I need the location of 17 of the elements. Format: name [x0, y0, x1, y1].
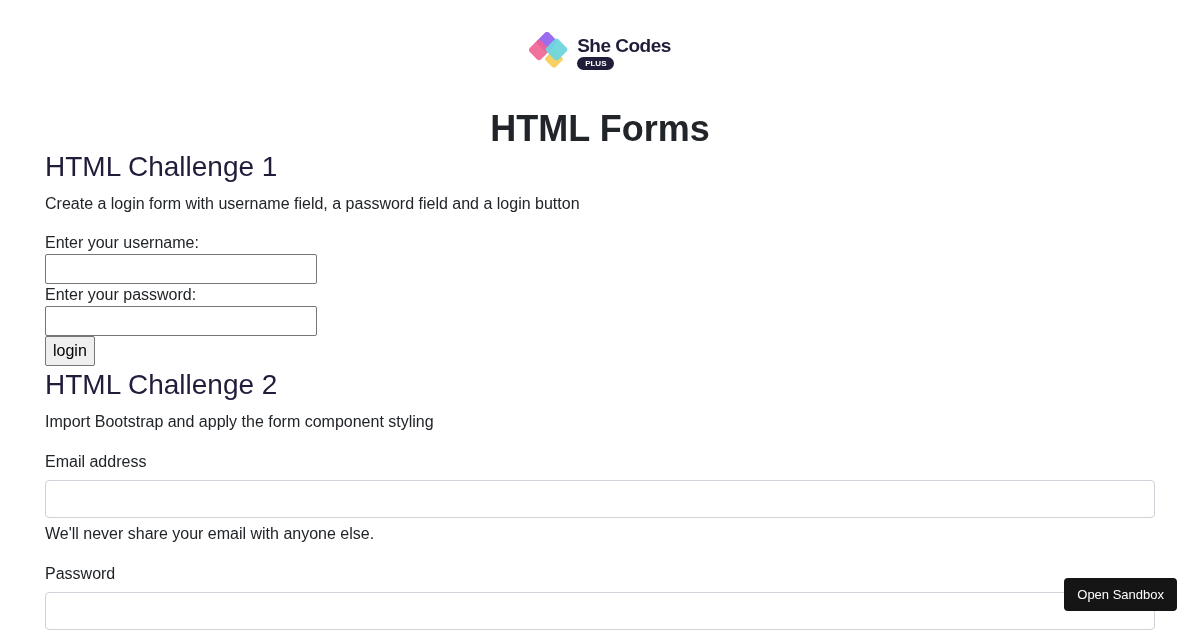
open-sandbox-button[interactable]: Open Sandbox [1064, 578, 1177, 611]
logo-badge: PLUS [577, 56, 615, 70]
logo-name: She Codes [577, 34, 671, 57]
input-field[interactable] [45, 254, 317, 284]
section-description: Import Bootstrap and apply the form component styling [45, 412, 435, 432]
section-description: Create a login form with username field, a password field and a login button [45, 194, 581, 214]
field-label: Email address [45, 452, 148, 472]
help-text: We'll never share your email with anyone else. [45, 524, 376, 544]
section-heading: HTML Challenge 1 [45, 150, 279, 184]
section-heading: HTML Challenge 2 [45, 368, 279, 402]
email-field[interactable] [45, 480, 1155, 518]
input-field[interactable] [45, 306, 317, 336]
field-label: Enter your username: [45, 233, 200, 253]
page-title: HTML Forms [489, 108, 711, 150]
field-label: Password [45, 564, 117, 584]
login-button[interactable]: login [45, 336, 95, 366]
field-label: Enter your password: [45, 285, 198, 305]
